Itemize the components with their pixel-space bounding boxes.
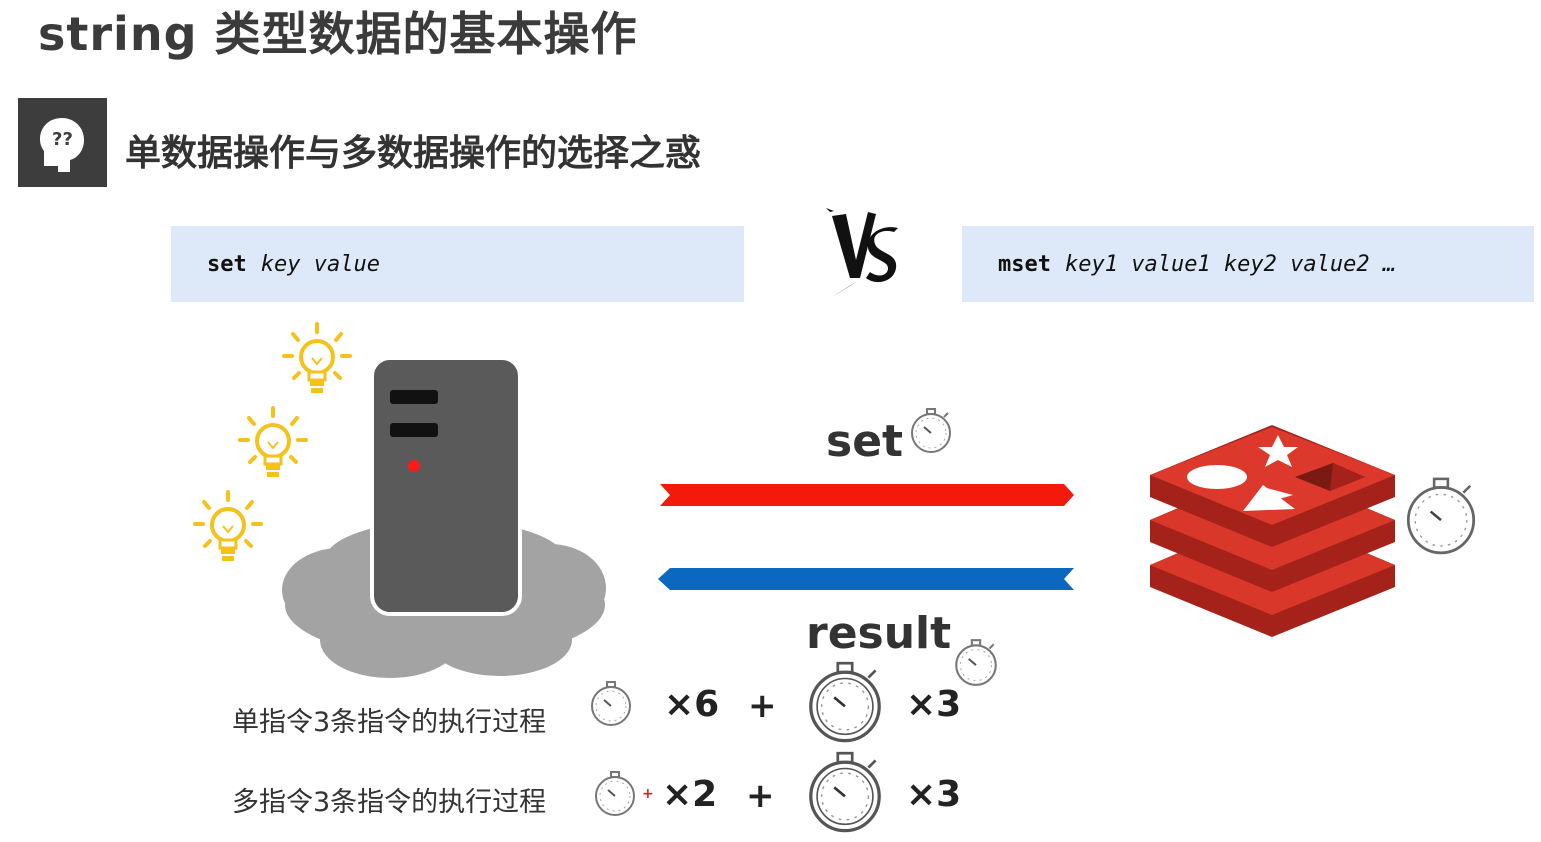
- command-args: key value: [260, 251, 380, 277]
- lightbulb-icon: [193, 490, 263, 572]
- command-keyword: mset: [998, 251, 1051, 277]
- page-title: string 类型数据的基本操作: [38, 7, 638, 61]
- stopwatch-icon: [586, 678, 636, 732]
- send-arrow: [656, 480, 1076, 514]
- stopwatch-icon: [800, 656, 890, 750]
- svg-text:??: ??: [52, 129, 73, 150]
- redis-logo-icon: [1145, 425, 1400, 644]
- plus-sign: +: [746, 776, 775, 816]
- small-timer-multiplier: ×2: [662, 774, 718, 815]
- small-timer-multiplier: ×6: [664, 684, 720, 725]
- stopwatch-icon: [1398, 472, 1484, 562]
- multi-command-row-label: 多指令3条指令的执行过程: [232, 787, 547, 818]
- vs-icon: [820, 198, 910, 307]
- set-command-box: set key value: [171, 226, 744, 302]
- return-arrow: [656, 564, 1076, 598]
- question-head-icon: ??: [18, 98, 107, 187]
- command-keyword: set: [207, 251, 247, 277]
- set-arrow-label: set: [826, 416, 904, 467]
- single-command-row-label: 单指令3条指令的执行过程: [232, 707, 547, 738]
- mset-command-box: mset key1 value1 key2 value2 …: [962, 226, 1534, 302]
- big-timer-multiplier: ×3: [906, 684, 962, 725]
- big-timer-multiplier: ×3: [906, 774, 962, 815]
- small-plus-mark: +: [642, 786, 654, 802]
- result-arrow-label: result: [806, 608, 952, 659]
- stopwatch-icon: [800, 746, 890, 840]
- server-icon: [280, 350, 610, 689]
- plus-sign: +: [748, 686, 777, 726]
- section-subtitle: 单数据操作与多数据操作的选择之惑: [125, 133, 702, 174]
- stopwatch-icon: [590, 768, 640, 822]
- command-args: key1 value1 key2 value2 …: [1064, 251, 1397, 277]
- stopwatch-icon: [906, 405, 956, 459]
